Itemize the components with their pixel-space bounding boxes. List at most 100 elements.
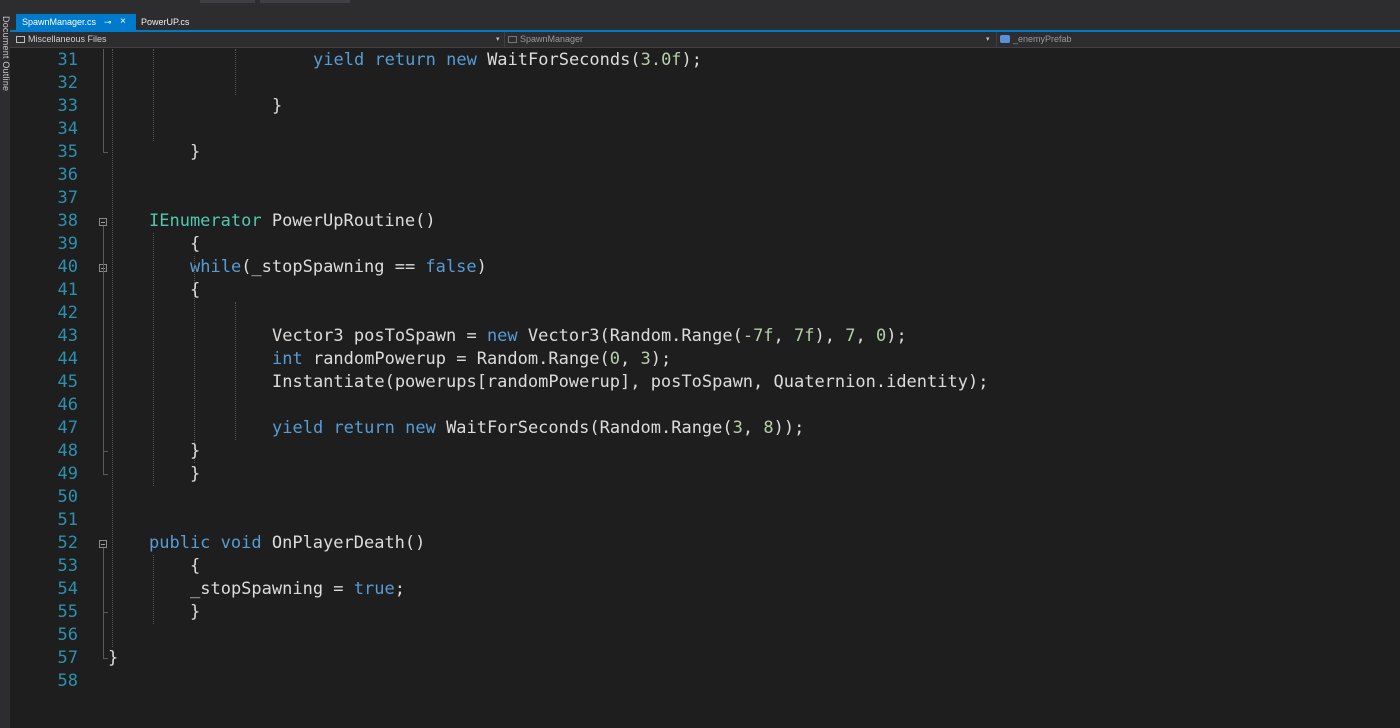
class-icon — [508, 36, 517, 43]
toolbar-remnant — [260, 0, 350, 3]
code-token: } — [272, 96, 283, 116]
code-token: PowerUpRoutine() — [261, 211, 436, 231]
code-token: , — [620, 349, 641, 369]
code-line[interactable]: } — [272, 95, 282, 118]
code-token: _stopSpawning = — [190, 579, 354, 599]
code-token: int — [272, 349, 303, 369]
code-token: 0 — [609, 349, 621, 369]
code-token: new — [405, 418, 436, 438]
code-token: { — [190, 234, 201, 254]
code-token: } — [190, 441, 201, 461]
code-text-area[interactable]: yield return new WaitForSeconds(3.0f);}}… — [10, 48, 1400, 728]
document-tab-bar: SpawnManager.cs ⊸ × PowerUP.cs — [10, 14, 1400, 32]
title-strip — [0, 0, 1400, 14]
nav-divider — [996, 32, 997, 47]
code-token: , — [855, 326, 876, 346]
code-token: WaitForSeconds(Random.Range( — [435, 418, 733, 438]
code-token: 7 — [845, 326, 856, 346]
chevron-down-icon[interactable]: ▾ — [986, 32, 990, 47]
code-line[interactable]: { — [190, 555, 200, 578]
code-token: return — [333, 418, 395, 438]
code-token: Instantiate(powerups[randomPowerup], pos… — [272, 372, 989, 392]
file-scope-dropdown[interactable]: Miscellaneous Files ▾ — [16, 32, 504, 47]
chevron-down-icon[interactable]: ▾ — [496, 32, 500, 47]
code-token: ) — [476, 257, 487, 277]
code-token: (_stopSpawning == — [241, 257, 426, 277]
code-token: )); — [773, 418, 805, 438]
code-token: ); — [886, 326, 907, 346]
pin-icon[interactable]: ⊸ — [104, 14, 112, 30]
code-token: 0 — [875, 326, 887, 346]
code-line[interactable]: { — [190, 233, 200, 256]
class-scope-dropdown[interactable]: SpawnManager ▾ — [508, 32, 996, 47]
code-line[interactable]: } — [190, 601, 200, 624]
code-token: 3.0f — [640, 50, 682, 70]
code-line[interactable]: int randomPowerup = Random.Range(0, 3); — [272, 348, 671, 371]
code-line[interactable]: } — [190, 440, 200, 463]
code-token: public — [149, 533, 211, 553]
code-token: return — [374, 50, 436, 70]
code-token: yield — [272, 418, 324, 438]
close-icon[interactable]: × — [120, 14, 126, 30]
member-scope-label: _enemyPrefab — [1013, 34, 1072, 44]
navigation-bar: Miscellaneous Files ▾ SpawnManager ▾ _en… — [10, 32, 1400, 48]
toolbar-remnant — [200, 0, 255, 3]
code-token: Vector3 posToSpawn = — [272, 326, 487, 346]
code-line[interactable]: } — [108, 647, 118, 670]
code-line[interactable]: } — [190, 463, 200, 486]
code-token: { — [190, 556, 201, 576]
code-editor[interactable]: 31 32 33 34 35 36 37 38 39 40 41 42 43 44 45 46 47 48 49 50… — [10, 48, 1400, 728]
code-token: false — [425, 257, 477, 277]
code-token: 8 — [763, 418, 774, 438]
code-token: OnPlayerDeath() — [261, 533, 426, 553]
tab-label: PowerUP.cs — [141, 17, 190, 27]
code-token: ; — [394, 579, 405, 599]
code-token: 3 — [640, 349, 651, 369]
code-token: ); — [650, 349, 672, 369]
code-token: } — [190, 142, 201, 162]
code-token: } — [108, 648, 119, 668]
code-token: yield — [313, 50, 365, 70]
code-token: { — [190, 280, 201, 300]
nav-divider — [504, 32, 505, 47]
code-line[interactable]: IEnumerator PowerUpRoutine() — [149, 210, 436, 233]
code-token: Vector3(Random.Range( — [517, 326, 743, 346]
code-token: true — [353, 579, 395, 599]
file-scope-label: Miscellaneous Files — [28, 34, 107, 44]
code-token: void — [220, 533, 262, 553]
code-token: } — [190, 602, 201, 622]
code-token: ); — [681, 50, 703, 70]
code-token: 7f — [794, 326, 815, 346]
code-token: IEnumerator — [149, 211, 262, 231]
code-line[interactable]: yield return new WaitForSeconds(Random.R… — [272, 417, 804, 440]
code-token: randomPowerup = Random.Range( — [302, 349, 610, 369]
code-line[interactable]: } — [190, 141, 200, 164]
code-token: ), — [814, 326, 846, 346]
code-line[interactable]: Instantiate(powerups[randomPowerup], pos… — [272, 371, 988, 394]
code-line[interactable]: public void OnPlayerDeath() — [149, 532, 425, 555]
code-line[interactable]: while(_stopSpawning == false) — [190, 256, 487, 279]
tab-label: SpawnManager.cs — [22, 17, 97, 27]
code-token: WaitForSeconds( — [476, 50, 641, 70]
code-line[interactable]: { — [190, 279, 200, 302]
code-token: -7f — [742, 326, 774, 346]
code-token: 3 — [732, 418, 743, 438]
code-token: } — [190, 464, 201, 484]
code-token: new — [486, 326, 518, 346]
code-line[interactable]: yield return new WaitForSeconds(3.0f); — [313, 49, 702, 72]
code-token: , — [773, 326, 795, 346]
tab-powerup[interactable]: PowerUP.cs — [135, 14, 205, 30]
tab-spawnmanager[interactable]: SpawnManager.cs ⊸ × — [16, 14, 136, 30]
project-icon — [16, 36, 25, 43]
code-token: while — [190, 257, 242, 277]
code-token: , — [742, 418, 764, 438]
member-scope-dropdown[interactable]: _enemyPrefab — [1000, 32, 1396, 47]
code-line[interactable]: Vector3 posToSpawn = new Vector3(Random.… — [272, 325, 907, 348]
code-token: new — [446, 50, 477, 70]
code-line[interactable]: _stopSpawning = true; — [190, 578, 405, 601]
class-scope-label: SpawnManager — [520, 34, 584, 44]
